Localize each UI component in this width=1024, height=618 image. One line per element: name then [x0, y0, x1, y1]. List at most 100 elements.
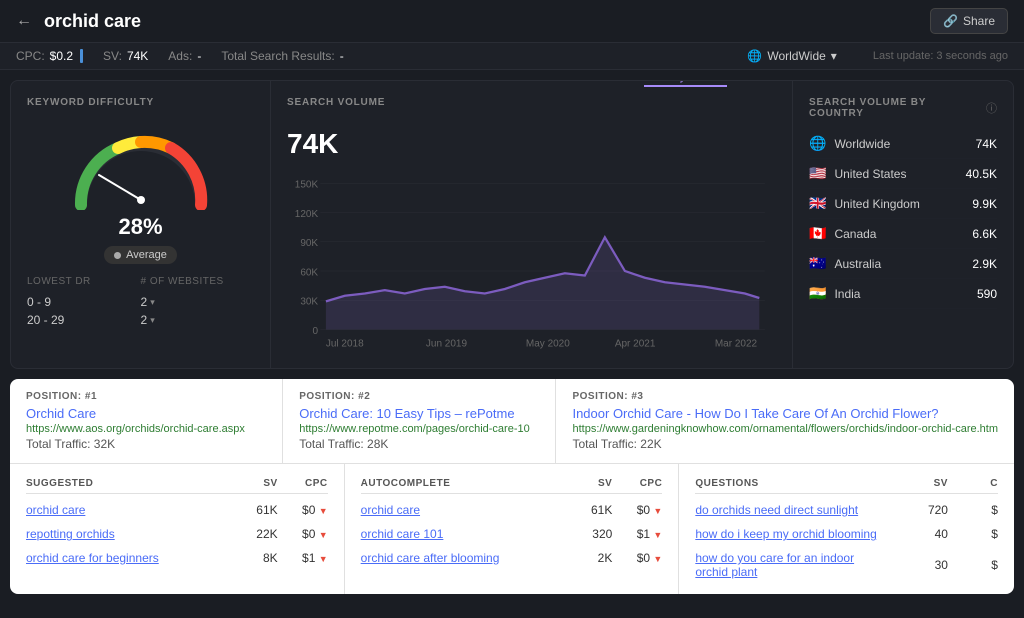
trend-arrow: ▼	[653, 554, 662, 564]
share-button[interactable]: 🔗 Share	[930, 8, 1008, 34]
ads-stat: Ads: -	[168, 49, 201, 63]
dr-count: 2 ▾	[141, 313, 255, 327]
country-name: Canada	[834, 227, 964, 241]
cpc-value: $0 ▼	[278, 527, 328, 541]
svg-text:Jul 2018: Jul 2018	[326, 338, 364, 349]
country-flag: 🇬🇧	[809, 195, 826, 212]
average-badge: Average	[104, 246, 177, 264]
suggested-section: SUGGESTED SV CPC orchid care 61K $0 ▼ re…	[10, 464, 345, 594]
country-title: SEARCH VOLUME BY COUNTRY	[809, 97, 981, 119]
keyword-difficulty-panel: KEYWORD DIFFICULTY 28% Average	[11, 81, 271, 368]
page-title: orchid care	[44, 11, 141, 32]
country-name: United Kingdom	[834, 197, 964, 211]
position-label: POSITION: #1	[26, 391, 266, 402]
country-flag: 🇨🇦	[809, 225, 826, 242]
top-bar: ← orchid care 🔗 Share	[0, 0, 1024, 43]
kd-title: KEYWORD DIFFICULTY	[27, 97, 254, 108]
keyword-link[interactable]: orchid care 101	[361, 527, 553, 541]
country-value: 2.9K	[972, 257, 997, 271]
stats-bar: CPC: $0.2 SV: 74K Ads: - Total Search Re…	[0, 43, 1024, 70]
cpc-value: $0 ▼	[612, 551, 662, 565]
table-row: orchid care 101 320 $1 ▼	[361, 522, 663, 546]
position-traffic: Total Traffic: 28K	[299, 437, 539, 451]
country-list: 🌐 Worldwide 74K 🇺🇸 United States 40.5K 🇬…	[809, 129, 997, 309]
svg-text:Jun 2019: Jun 2019	[426, 338, 467, 349]
country-name: United States	[834, 167, 957, 181]
country-name: Australia	[834, 257, 964, 271]
tab-monthly[interactable]: Monthly Search	[644, 80, 727, 87]
cpc-value: $0 ▼	[278, 503, 328, 517]
svg-text:150K: 150K	[295, 180, 319, 191]
suggested-rows: orchid care 61K $0 ▼ repotting orchids 2…	[26, 498, 328, 570]
country-flag: 🌐	[809, 135, 826, 152]
position-label: POSITION: #2	[299, 391, 539, 402]
dr-table-header: LOWEST DR # OF WEBSITES	[27, 276, 254, 287]
keyword-link[interactable]: orchid care	[361, 503, 553, 517]
sv-value: 720	[888, 503, 948, 517]
country-row: 🇨🇦 Canada 6.6K	[809, 219, 997, 249]
keyword-link[interactable]: orchid care after blooming	[361, 551, 553, 565]
keyword-link[interactable]: repotting orchids	[26, 527, 218, 541]
globe-icon: 🌐	[747, 49, 762, 63]
position-title[interactable]: Orchid Care	[26, 406, 96, 421]
keyword-link[interactable]: do orchids need direct sunlight	[695, 503, 888, 517]
cpc-stat: CPC: $0.2	[16, 49, 83, 63]
cpc-value: $1 ▼	[278, 551, 328, 565]
questions-header: QUESTIONS SV C	[695, 474, 998, 494]
country-row: 🇬🇧 United Kingdom 9.9K	[809, 189, 997, 219]
cpc-value: $1 ▼	[612, 527, 662, 541]
sv-number: 74K	[287, 128, 776, 160]
gauge-container: 28% Average	[27, 120, 254, 264]
country-row: 🇮🇳 India 590	[809, 279, 997, 309]
trend-arrow: ▼	[653, 530, 662, 540]
gauge-svg	[71, 120, 211, 210]
svg-text:90K: 90K	[300, 238, 318, 249]
position-traffic: Total Traffic: 32K	[26, 437, 266, 451]
svg-text:0: 0	[313, 326, 319, 337]
table-row: orchid care after blooming 2K $0 ▼	[361, 546, 663, 570]
trend-arrow: ▼	[319, 554, 328, 564]
table-row: how do you care for an indoor orchid pla…	[695, 546, 998, 584]
sv-title: SEARCH VOLUME	[287, 97, 385, 108]
main-top-grid: KEYWORD DIFFICULTY 28% Average	[10, 80, 1014, 369]
country-value: 74K	[976, 137, 997, 151]
country-flag: 🇮🇳	[809, 285, 826, 302]
sv-value: 40	[888, 527, 948, 541]
position-item: POSITION: #2 Orchid Care: 10 Easy Tips –…	[283, 379, 556, 463]
share-icon: 🔗	[943, 14, 958, 28]
country-value: 6.6K	[972, 227, 997, 241]
questions-section: QUESTIONS SV C do orchids need direct su…	[679, 464, 1014, 594]
sv-value: 320	[552, 527, 612, 541]
autocomplete-rows: orchid care 61K $0 ▼ orchid care 101 320…	[361, 498, 663, 570]
cpc-value: $	[948, 503, 998, 517]
tab-trends[interactable]: Trends	[739, 80, 776, 87]
sv-value: 61K	[218, 503, 278, 517]
table-row: how do i keep my orchid blooming 40 $	[695, 522, 998, 546]
country-value: 40.5K	[966, 167, 997, 181]
sv-value: 22K	[218, 527, 278, 541]
keyword-link[interactable]: orchid care	[26, 503, 218, 517]
sv-value: 8K	[218, 551, 278, 565]
position-url: https://www.gardeningknowhow.com/ornamen…	[572, 423, 998, 435]
svg-text:Apr 2021: Apr 2021	[615, 338, 656, 349]
position-url: https://www.aos.org/orchids/orchid-care.…	[26, 423, 266, 435]
keyword-link[interactable]: how do you care for an indoor orchid pla…	[695, 551, 888, 579]
positions-row: POSITION: #1 Orchid Care https://www.aos…	[10, 379, 1014, 464]
search-volume-panel: SEARCH VOLUME Monthly Search Trends 74K …	[271, 81, 793, 368]
position-title[interactable]: Orchid Care: 10 Easy Tips – rePotme	[299, 406, 514, 421]
keyword-link[interactable]: how do i keep my orchid blooming	[695, 527, 888, 541]
gauge-percent: 28%	[118, 214, 162, 240]
svg-text:Mar 2022: Mar 2022	[715, 338, 758, 349]
position-title[interactable]: Indoor Orchid Care - How Do I Take Care …	[572, 406, 938, 421]
keyword-link[interactable]: orchid care for beginners	[26, 551, 218, 565]
position-item: POSITION: #1 Orchid Care https://www.aos…	[10, 379, 283, 463]
country-row: 🌐 Worldwide 74K	[809, 129, 997, 159]
tables-row: SUGGESTED SV CPC orchid care 61K $0 ▼ re…	[10, 464, 1014, 594]
sv-stat: SV: 74K	[103, 49, 148, 63]
back-button[interactable]: ←	[16, 12, 32, 30]
position-label: POSITION: #3	[572, 391, 998, 402]
worldwide-selector[interactable]: 🌐 WorldWide ▾	[747, 49, 836, 63]
top-right-actions: 🔗 Share	[930, 8, 1008, 34]
country-name: India	[834, 287, 969, 301]
trend-arrow: ▼	[653, 506, 662, 516]
